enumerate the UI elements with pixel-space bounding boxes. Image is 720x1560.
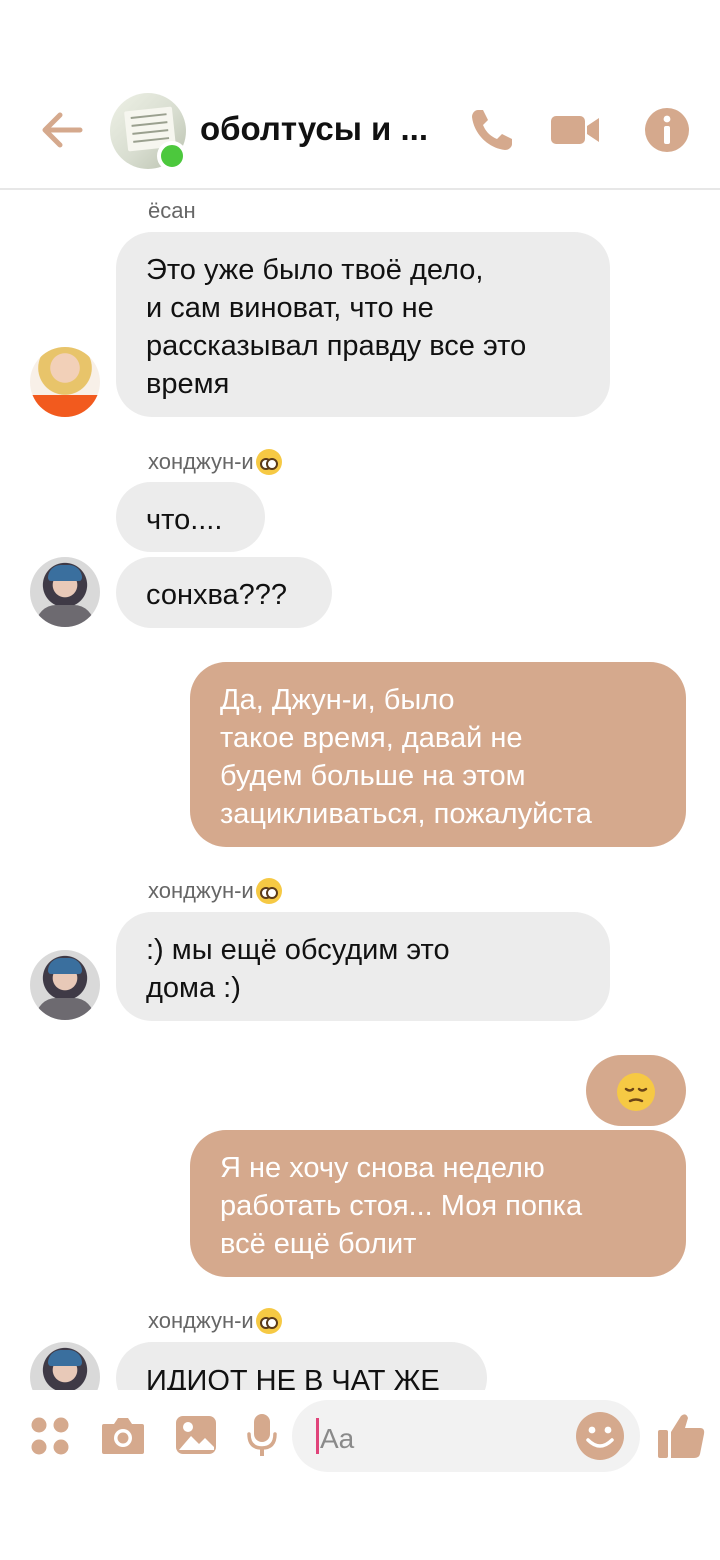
pleading-face-emoji — [255, 449, 282, 475]
pensive-face-icon — [624, 1087, 648, 1103]
avatar-hongjoong[interactable] — [30, 557, 100, 627]
pleading-face-emoji — [255, 1308, 282, 1334]
pensive-face-emoji — [617, 1073, 655, 1111]
sender-name-hongjoong: хонджун-и — [148, 878, 282, 904]
camera-icon[interactable] — [100, 1414, 146, 1456]
outgoing-message[interactable]: Я не хочу снова неделю работать стоя... … — [190, 1130, 686, 1277]
outgoing-message[interactable]: Да, Джун-и, было такое время, давай не б… — [190, 662, 686, 847]
sender-name-yesan: ёсан — [148, 198, 196, 223]
phone-icon[interactable] — [466, 104, 518, 156]
info-icon[interactable] — [641, 104, 693, 156]
incoming-message[interactable]: :) мы ещё обсудим это дома :) — [116, 912, 610, 1021]
four-dots-icon[interactable] — [30, 1416, 70, 1456]
microphone-icon[interactable] — [246, 1412, 278, 1458]
image-icon[interactable] — [174, 1414, 218, 1456]
video-camera-icon[interactable] — [549, 104, 601, 156]
chat-header: оболтусы и ... — [0, 0, 720, 190]
incoming-message[interactable]: Это уже было твоё дело, и сам виноват, ч… — [116, 232, 610, 417]
sender-name-hongjoong: хонджун-и — [148, 449, 282, 475]
sender-name-hongjoong: хонджун-и — [148, 1308, 282, 1334]
smiley-icon[interactable] — [575, 1411, 625, 1461]
back-arrow-icon[interactable] — [38, 106, 86, 154]
avatar-yesan[interactable] — [30, 347, 100, 417]
incoming-message[interactable]: сонхва??? — [116, 557, 332, 628]
text-cursor — [316, 1418, 319, 1454]
avatar-hongjoong[interactable] — [30, 950, 100, 1020]
online-status-dot — [157, 141, 187, 171]
message-input-placeholder: Aa — [320, 1423, 355, 1454]
incoming-message[interactable]: что.... — [116, 482, 265, 552]
thumbs-up-icon[interactable] — [656, 1410, 706, 1460]
chat-title[interactable]: оболтусы и ... — [200, 110, 428, 148]
pleading-face-emoji — [255, 878, 282, 904]
